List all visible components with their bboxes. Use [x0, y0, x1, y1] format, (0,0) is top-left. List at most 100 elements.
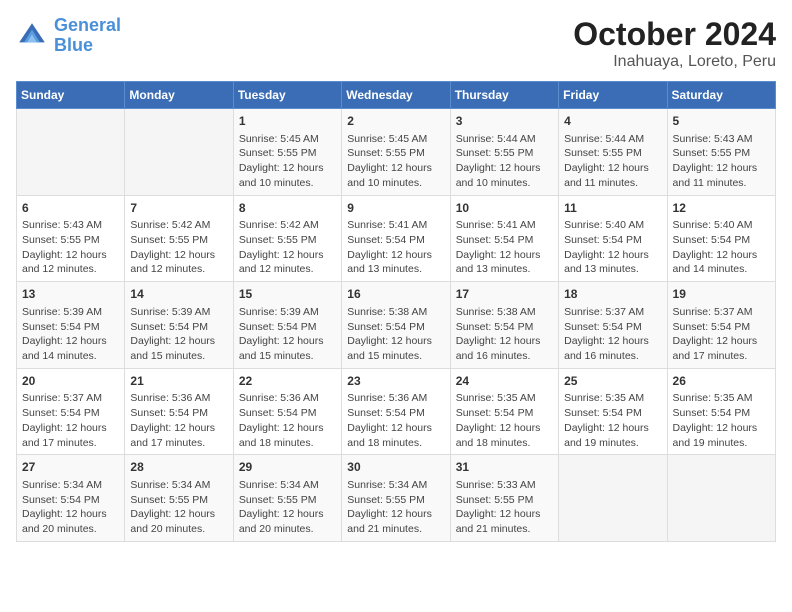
- calendar-cell: 14 Sunrise: 5:39 AMSunset: 5:54 PMDayligh…: [125, 282, 233, 369]
- day-detail: Sunrise: 5:34 AMSunset: 5:54 PMDaylight:…: [22, 478, 119, 537]
- calendar-header-sunday: Sunday: [17, 82, 125, 109]
- day-detail: Sunrise: 5:34 AMSunset: 5:55 PMDaylight:…: [239, 478, 336, 537]
- day-detail: Sunrise: 5:35 AMSunset: 5:54 PMDaylight:…: [456, 391, 553, 450]
- calendar-cell: 24Sunrise: 5:35 AMSunset: 5:54 PMDayligh…: [450, 368, 558, 455]
- calendar-title: October 2024: [573, 16, 776, 53]
- calendar-cell: 16Sunrise: 5:38 AMSunset: 5:54 PMDayligh…: [342, 282, 450, 369]
- day-detail: Sunrise: 5:37 AMSunset: 5:54 PMDaylight:…: [673, 305, 770, 364]
- calendar-cell: 27 Sunrise: 5:34 AMSunset: 5:54 PMDayligh…: [17, 455, 125, 542]
- calendar-cell: 12Sunrise: 5:40 AMSunset: 5:54 PMDayligh…: [667, 195, 775, 282]
- calendar-header-thursday: Thursday: [450, 82, 558, 109]
- day-number: 1: [239, 113, 336, 130]
- calendar-cell: 3 Sunrise: 5:44 AMSunset: 5:55 PMDaylight…: [450, 109, 558, 196]
- calendar-cell: 21Sunrise: 5:36 AMSunset: 5:54 PMDayligh…: [125, 368, 233, 455]
- calendar-cell: 8Sunrise: 5:42 AMSunset: 5:55 PMDaylight…: [233, 195, 341, 282]
- day-detail: Sunrise: 5:45 AMSunset: 5:55 PMDaylight:…: [239, 132, 336, 191]
- calendar-header-wednesday: Wednesday: [342, 82, 450, 109]
- day-detail: Sunrise: 5:35 AMSunset: 5:54 PMDaylight:…: [564, 391, 661, 450]
- day-number: 8: [239, 200, 336, 217]
- calendar-cell: 1 Sunrise: 5:45 AMSunset: 5:55 PMDaylight…: [233, 109, 341, 196]
- calendar-cell: 31 Sunrise: 5:33 AMSunset: 5:55 PMDayligh…: [450, 455, 558, 542]
- day-number: 7: [130, 200, 227, 217]
- page-header: General Blue October 2024 Inahuaya, Lore…: [16, 16, 776, 71]
- calendar-week-4: 20Sunrise: 5:37 AMSunset: 5:54 PMDayligh…: [17, 368, 776, 455]
- day-detail: Sunrise: 5:44 AMSunset: 5:55 PMDaylight:…: [564, 132, 661, 191]
- day-number: 13: [22, 286, 119, 303]
- day-number: 17: [456, 286, 553, 303]
- day-detail: Sunrise: 5:36 AMSunset: 5:54 PMDaylight:…: [239, 391, 336, 450]
- day-detail: Sunrise: 5:40 AMSunset: 5:54 PMDaylight:…: [673, 218, 770, 277]
- calendar-subtitle: Inahuaya, Loreto, Peru: [573, 53, 776, 71]
- calendar-cell: 6Sunrise: 5:43 AMSunset: 5:55 PMDaylight…: [17, 195, 125, 282]
- calendar-cell: 15Sunrise: 5:39 AMSunset: 5:54 PMDayligh…: [233, 282, 341, 369]
- calendar-cell: 18 Sunrise: 5:37 AMSunset: 5:54 PMDayligh…: [559, 282, 667, 369]
- day-detail: Sunrise: 5:37 AMSunset: 5:54 PMDaylight:…: [22, 391, 119, 450]
- calendar-cell: 13 Sunrise: 5:39 AMSunset: 5:54 PMDayligh…: [17, 282, 125, 369]
- day-detail: Sunrise: 5:39 AMSunset: 5:54 PMDaylight:…: [239, 305, 336, 364]
- day-number: 29: [239, 459, 336, 476]
- day-detail: Sunrise: 5:43 AMSunset: 5:55 PMDaylight:…: [673, 132, 770, 191]
- day-detail: Sunrise: 5:45 AMSunset: 5:55 PMDaylight:…: [347, 132, 444, 191]
- day-number: 30: [347, 459, 444, 476]
- calendar-header-tuesday: Tuesday: [233, 82, 341, 109]
- day-detail: Sunrise: 5:38 AMSunset: 5:54 PMDaylight:…: [347, 305, 444, 364]
- calendar-cell: 23Sunrise: 5:36 AMSunset: 5:54 PMDayligh…: [342, 368, 450, 455]
- day-detail: Sunrise: 5:43 AMSunset: 5:55 PMDaylight:…: [22, 218, 119, 277]
- day-number: 18: [564, 286, 661, 303]
- day-number: 20: [22, 373, 119, 390]
- calendar-header-monday: Monday: [125, 82, 233, 109]
- calendar-cell: 4 Sunrise: 5:44 AMSunset: 5:55 PMDaylight…: [559, 109, 667, 196]
- day-number: 28: [130, 459, 227, 476]
- day-detail: Sunrise: 5:37 AMSunset: 5:54 PMDaylight:…: [564, 305, 661, 364]
- calendar-header-row: SundayMondayTuesdayWednesdayThursdayFrid…: [17, 82, 776, 109]
- calendar-week-2: 6Sunrise: 5:43 AMSunset: 5:55 PMDaylight…: [17, 195, 776, 282]
- calendar-cell: 19 Sunrise: 5:37 AMSunset: 5:54 PMDayligh…: [667, 282, 775, 369]
- day-detail: Sunrise: 5:39 AMSunset: 5:54 PMDaylight:…: [22, 305, 119, 364]
- calendar-cell: 26Sunrise: 5:35 AMSunset: 5:54 PMDayligh…: [667, 368, 775, 455]
- day-number: 6: [22, 200, 119, 217]
- day-detail: Sunrise: 5:42 AMSunset: 5:55 PMDaylight:…: [130, 218, 227, 277]
- calendar-cell: 11Sunrise: 5:40 AMSunset: 5:54 PMDayligh…: [559, 195, 667, 282]
- day-detail: Sunrise: 5:39 AMSunset: 5:54 PMDaylight:…: [130, 305, 227, 364]
- calendar-cell: 25Sunrise: 5:35 AMSunset: 5:54 PMDayligh…: [559, 368, 667, 455]
- calendar-table: SundayMondayTuesdayWednesdayThursdayFrid…: [16, 81, 776, 542]
- day-number: 5: [673, 113, 770, 130]
- day-number: 3: [456, 113, 553, 130]
- calendar-cell: [667, 455, 775, 542]
- day-detail: Sunrise: 5:34 AMSunset: 5:55 PMDaylight:…: [347, 478, 444, 537]
- day-number: 31: [456, 459, 553, 476]
- calendar-header-saturday: Saturday: [667, 82, 775, 109]
- calendar-cell: 30 Sunrise: 5:34 AMSunset: 5:55 PMDayligh…: [342, 455, 450, 542]
- day-detail: Sunrise: 5:44 AMSunset: 5:55 PMDaylight:…: [456, 132, 553, 191]
- day-detail: Sunrise: 5:33 AMSunset: 5:55 PMDaylight:…: [456, 478, 553, 537]
- day-number: 14: [130, 286, 227, 303]
- day-number: 27: [22, 459, 119, 476]
- calendar-cell: [125, 109, 233, 196]
- day-detail: Sunrise: 5:38 AMSunset: 5:54 PMDaylight:…: [456, 305, 553, 364]
- day-number: 23: [347, 373, 444, 390]
- calendar-week-5: 27 Sunrise: 5:34 AMSunset: 5:54 PMDayligh…: [17, 455, 776, 542]
- day-detail: Sunrise: 5:36 AMSunset: 5:54 PMDaylight:…: [130, 391, 227, 450]
- logo-icon: [16, 20, 48, 52]
- day-detail: Sunrise: 5:41 AMSunset: 5:54 PMDaylight:…: [347, 218, 444, 277]
- day-detail: Sunrise: 5:41 AMSunset: 5:54 PMDaylight:…: [456, 218, 553, 277]
- day-number: 10: [456, 200, 553, 217]
- calendar-cell: 28 Sunrise: 5:34 AMSunset: 5:55 PMDayligh…: [125, 455, 233, 542]
- calendar-cell: 7Sunrise: 5:42 AMSunset: 5:55 PMDaylight…: [125, 195, 233, 282]
- day-detail: Sunrise: 5:34 AMSunset: 5:55 PMDaylight:…: [130, 478, 227, 537]
- day-number: 25: [564, 373, 661, 390]
- day-number: 4: [564, 113, 661, 130]
- logo-text: General Blue: [54, 16, 121, 56]
- day-number: 26: [673, 373, 770, 390]
- day-number: 24: [456, 373, 553, 390]
- calendar-cell: 20Sunrise: 5:37 AMSunset: 5:54 PMDayligh…: [17, 368, 125, 455]
- day-number: 19: [673, 286, 770, 303]
- calendar-week-1: 1 Sunrise: 5:45 AMSunset: 5:55 PMDaylight…: [17, 109, 776, 196]
- day-number: 21: [130, 373, 227, 390]
- calendar-cell: 9Sunrise: 5:41 AMSunset: 5:54 PMDaylight…: [342, 195, 450, 282]
- day-detail: Sunrise: 5:42 AMSunset: 5:55 PMDaylight:…: [239, 218, 336, 277]
- calendar-cell: [559, 455, 667, 542]
- calendar-cell: 22Sunrise: 5:36 AMSunset: 5:54 PMDayligh…: [233, 368, 341, 455]
- day-detail: Sunrise: 5:35 AMSunset: 5:54 PMDaylight:…: [673, 391, 770, 450]
- calendar-cell: [17, 109, 125, 196]
